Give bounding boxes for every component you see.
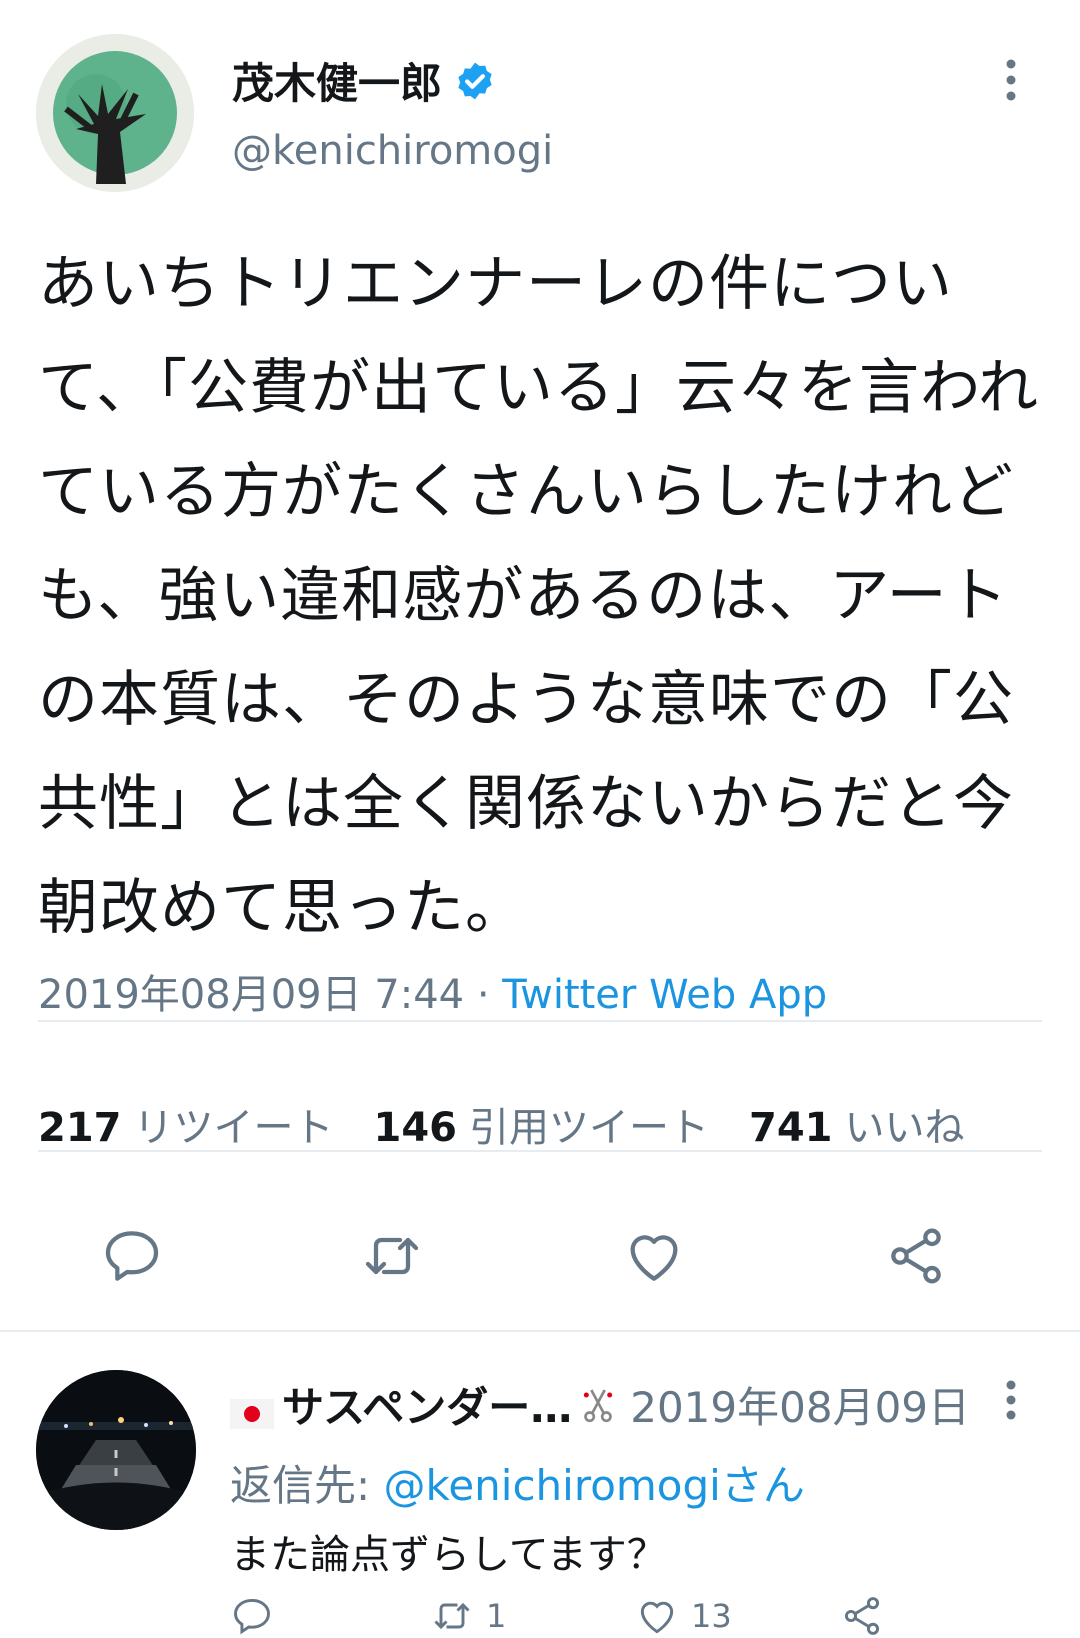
share-icon bbox=[844, 1597, 880, 1635]
stat-label: リツイート bbox=[133, 1105, 334, 1151]
stat-count: 146 bbox=[373, 1105, 458, 1151]
reply-to-line: 返信先: @kenichiromogiさん bbox=[230, 1452, 805, 1513]
share-icon[interactable] bbox=[884, 1224, 948, 1288]
more-icon[interactable] bbox=[1005, 58, 1017, 102]
main-tweet: 茂木健一郎 @kenichiromogi あいちトリエンナーレの件について、「公… bbox=[0, 0, 1080, 1330]
tweet-source[interactable]: Twitter Web App bbox=[502, 972, 827, 1018]
reply-date[interactable]: 2019年08月09日 bbox=[630, 1374, 970, 1435]
reply-icon[interactable] bbox=[100, 1224, 164, 1288]
like-icon bbox=[640, 1601, 674, 1634]
reply-tweet[interactable]: サスペンダー… 2019年08月09日 返信先: @kenichiromogiさ… bbox=[0, 1332, 1080, 1635]
verified-badge-icon bbox=[454, 60, 496, 102]
reply-avatar[interactable] bbox=[36, 1370, 196, 1530]
stat-quote-tweets[interactable]: 146 引用ツイート bbox=[374, 1095, 710, 1153]
reply-icon bbox=[234, 1598, 270, 1635]
tweet-text: あいちトリエンナーレの件について、「公費が出ている」云々を言われている方がたくさ… bbox=[38, 249, 1039, 943]
author-name[interactable]: 茂木健一郎 bbox=[232, 50, 496, 111]
more-icon[interactable] bbox=[1005, 1380, 1017, 1420]
reply-author-name[interactable]: サスペンダー… bbox=[282, 1374, 572, 1435]
reply-like-count: 13 bbox=[691, 1597, 732, 1635]
tweet-meta: 2019年08月09日 7:44 · Twitter Web App bbox=[38, 962, 827, 1020]
stat-likes[interactable]: 741 いいね bbox=[749, 1095, 965, 1153]
author-handle[interactable]: @kenichiromogi bbox=[232, 128, 553, 174]
reply-text: また論点ずらしてます？ bbox=[230, 1532, 667, 1578]
divider bbox=[38, 1020, 1042, 1022]
author-name-text: 茂木健一郎 bbox=[232, 59, 443, 108]
like-icon[interactable] bbox=[622, 1224, 686, 1288]
japan-flag-icon bbox=[230, 1390, 274, 1429]
reply-reply-button[interactable] bbox=[230, 1594, 274, 1638]
scissors-icon bbox=[578, 1385, 618, 1425]
reply-actions: 1 13 bbox=[230, 1594, 990, 1635]
meta-separator: · bbox=[476, 972, 490, 1018]
retweet-icon[interactable] bbox=[360, 1224, 424, 1288]
tweet-stats: 217 リツイート 146 引用ツイート 741 いいね bbox=[38, 1095, 1005, 1153]
reply-retweet-count: 1 bbox=[486, 1597, 507, 1635]
stat-label: 引用ツイート bbox=[469, 1105, 709, 1151]
reply-like-button[interactable]: 13 bbox=[635, 1594, 732, 1638]
author-avatar[interactable] bbox=[36, 34, 194, 192]
stat-retweets[interactable]: 217 リツイート bbox=[38, 1095, 334, 1153]
tweet-actions bbox=[0, 1224, 1080, 1294]
divider bbox=[38, 1150, 1042, 1152]
reply-header: サスペンダー… 2019年08月09日 bbox=[230, 1374, 970, 1435]
stat-count: 741 bbox=[749, 1105, 833, 1151]
reply-to-mention[interactable]: @kenichiromogiさん bbox=[384, 1461, 805, 1510]
reply-share-button[interactable] bbox=[840, 1594, 884, 1638]
tweet-date[interactable]: 2019年08月09日 7:44 bbox=[38, 972, 464, 1018]
stat-label: いいね bbox=[844, 1105, 965, 1151]
reply-to-label: 返信先: bbox=[230, 1461, 371, 1510]
stat-count: 217 bbox=[38, 1105, 122, 1151]
reply-retweet-button[interactable]: 1 bbox=[430, 1594, 506, 1638]
retweet-icon bbox=[434, 1602, 470, 1630]
